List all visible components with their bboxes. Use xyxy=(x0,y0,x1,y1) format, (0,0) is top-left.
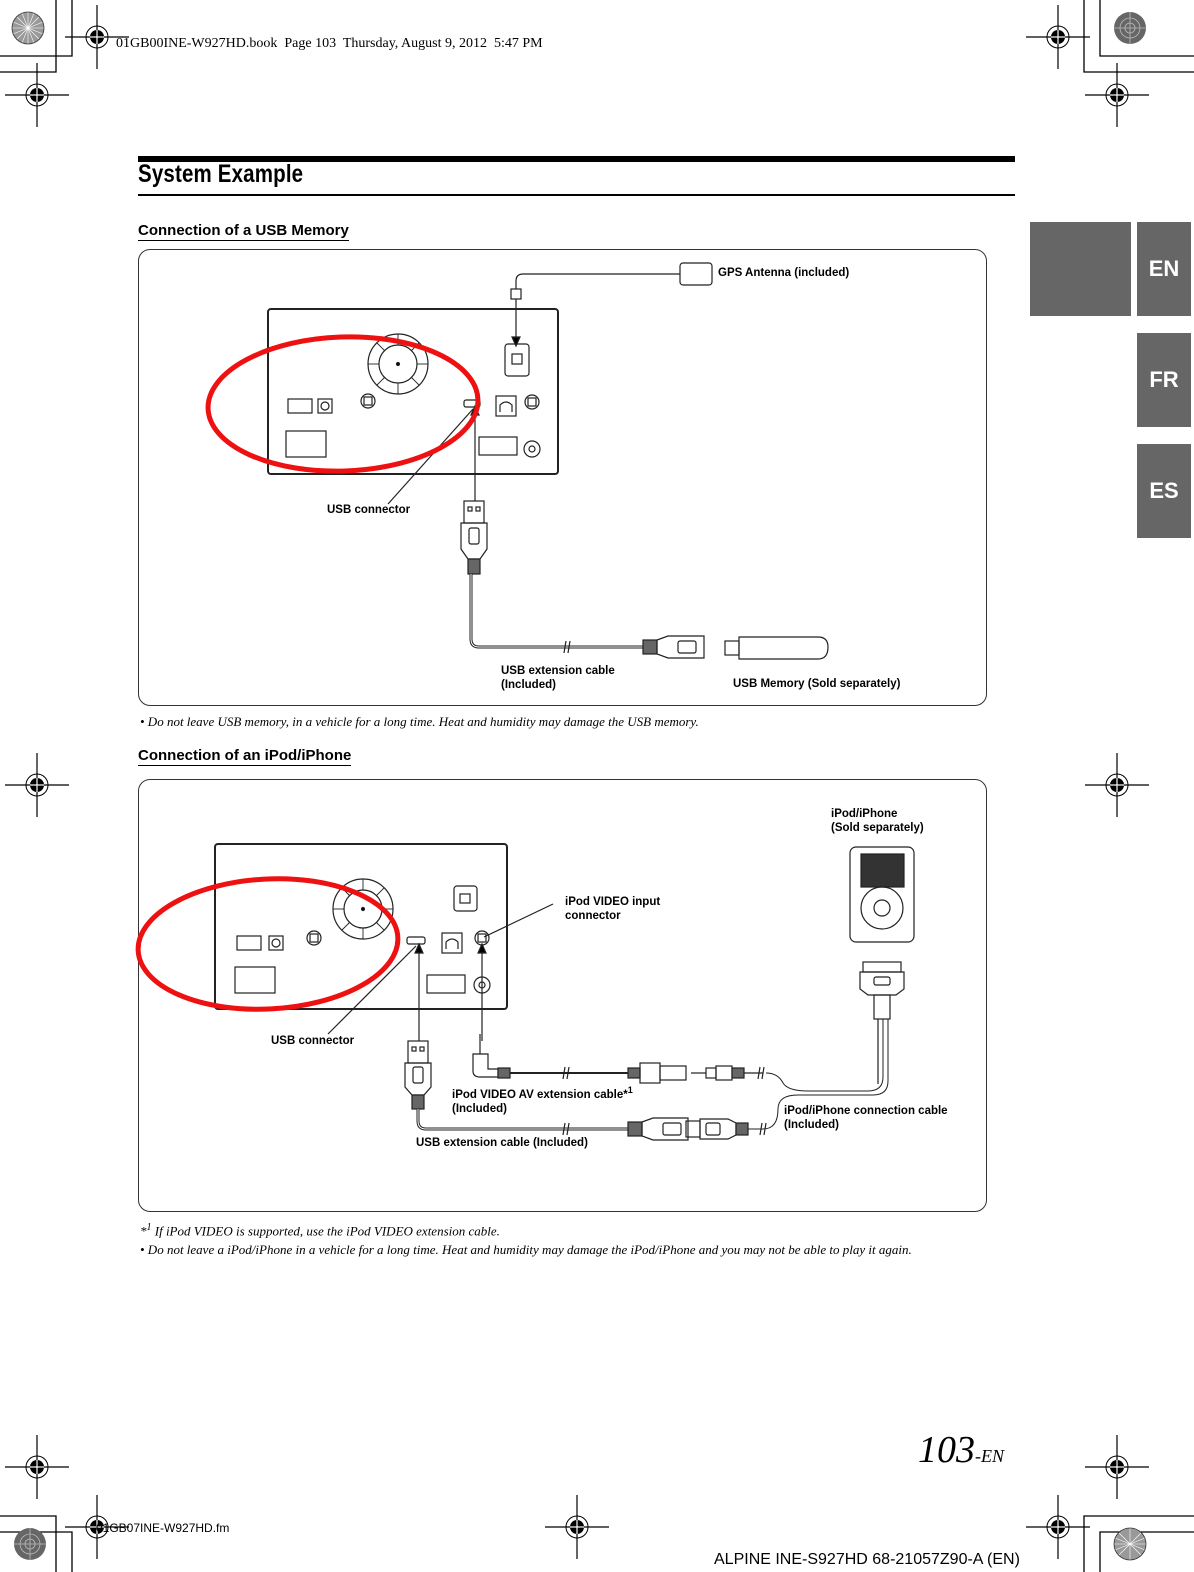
page-number: 103-EN xyxy=(918,1428,1004,1472)
language-tab-label: EN xyxy=(1148,256,1180,281)
usb-extension-cable-label: USB extension cable (Included) xyxy=(501,665,615,691)
footnote-superscript: 1 xyxy=(627,1085,633,1095)
usb-memory-caution-note: • Do not leave USB memory, in a vehicle … xyxy=(140,714,699,729)
language-tab-es[interactable]: ES xyxy=(1137,444,1191,538)
usb-extension-cable-label: USB extension cable (Included) xyxy=(416,1137,588,1149)
av-extension-included-text: (Included) xyxy=(452,1102,507,1115)
model-info: ALPINE INE-S927HD 68-21057Z90-A (EN) xyxy=(714,1551,1020,1568)
usb-connector-label: USB connector xyxy=(271,1035,355,1047)
highlight-ellipse xyxy=(205,334,481,474)
ipod-section-heading: Connection of an iPod/iPhone xyxy=(138,747,352,766)
ipod-footnote: *1 If iPod VIDEO is supported, use the i… xyxy=(140,1222,500,1239)
ipod-connection-cable-label: iPod/iPhone connection cable (Included) xyxy=(784,1105,948,1131)
language-tab-label: ES xyxy=(1149,478,1179,503)
language-tab-en[interactable]: EN xyxy=(1137,222,1191,316)
gps-antenna-label: GPS Antenna (included) xyxy=(718,267,850,279)
highlight-ellipse xyxy=(135,876,401,1012)
usb-memory-label: USB Memory (Sold separately) xyxy=(733,678,901,690)
page-number-value: 103 xyxy=(918,1429,975,1471)
ipod-video-input-label: iPod VIDEO input connector xyxy=(565,896,661,922)
usb-diagram-drawing xyxy=(205,262,829,660)
ipod-caution-note: • Do not leave a iPod/iPhone in a vehicl… xyxy=(140,1242,912,1257)
ipod-device-label: iPod/iPhone (Sold separately) xyxy=(831,808,924,834)
usb-connector-label: USB connector xyxy=(327,504,411,516)
usb-memory-stick xyxy=(724,640,740,656)
title-rule-bottom xyxy=(138,194,1015,196)
gps-antenna xyxy=(679,262,713,286)
usb-plug xyxy=(407,1040,429,1064)
language-tab-label: FR xyxy=(1149,367,1179,392)
language-tab-marker xyxy=(1030,222,1131,316)
av-extension-cable-label: iPod VIDEO AV extension cable*1 (Include… xyxy=(452,1083,633,1116)
footnote-text: If iPod VIDEO is supported, use the iPod… xyxy=(151,1223,500,1239)
language-tab-fr[interactable]: FR xyxy=(1137,333,1191,427)
page-number-suffix: -EN xyxy=(975,1446,1004,1466)
page-title: System Example xyxy=(138,160,304,188)
head-unit-rear-panel xyxy=(267,308,559,475)
usb-plug xyxy=(463,500,485,524)
usb-section-heading: Connection of a USB Memory xyxy=(138,222,349,241)
print-header-book-info: 01GB00INE-W927HD.book Page 103 Thursday,… xyxy=(116,36,543,51)
av-extension-cable-text: iPod VIDEO AV extension cable* xyxy=(452,1088,628,1101)
source-file-name: 01GB07INE-W927HD.fm xyxy=(96,1521,230,1535)
